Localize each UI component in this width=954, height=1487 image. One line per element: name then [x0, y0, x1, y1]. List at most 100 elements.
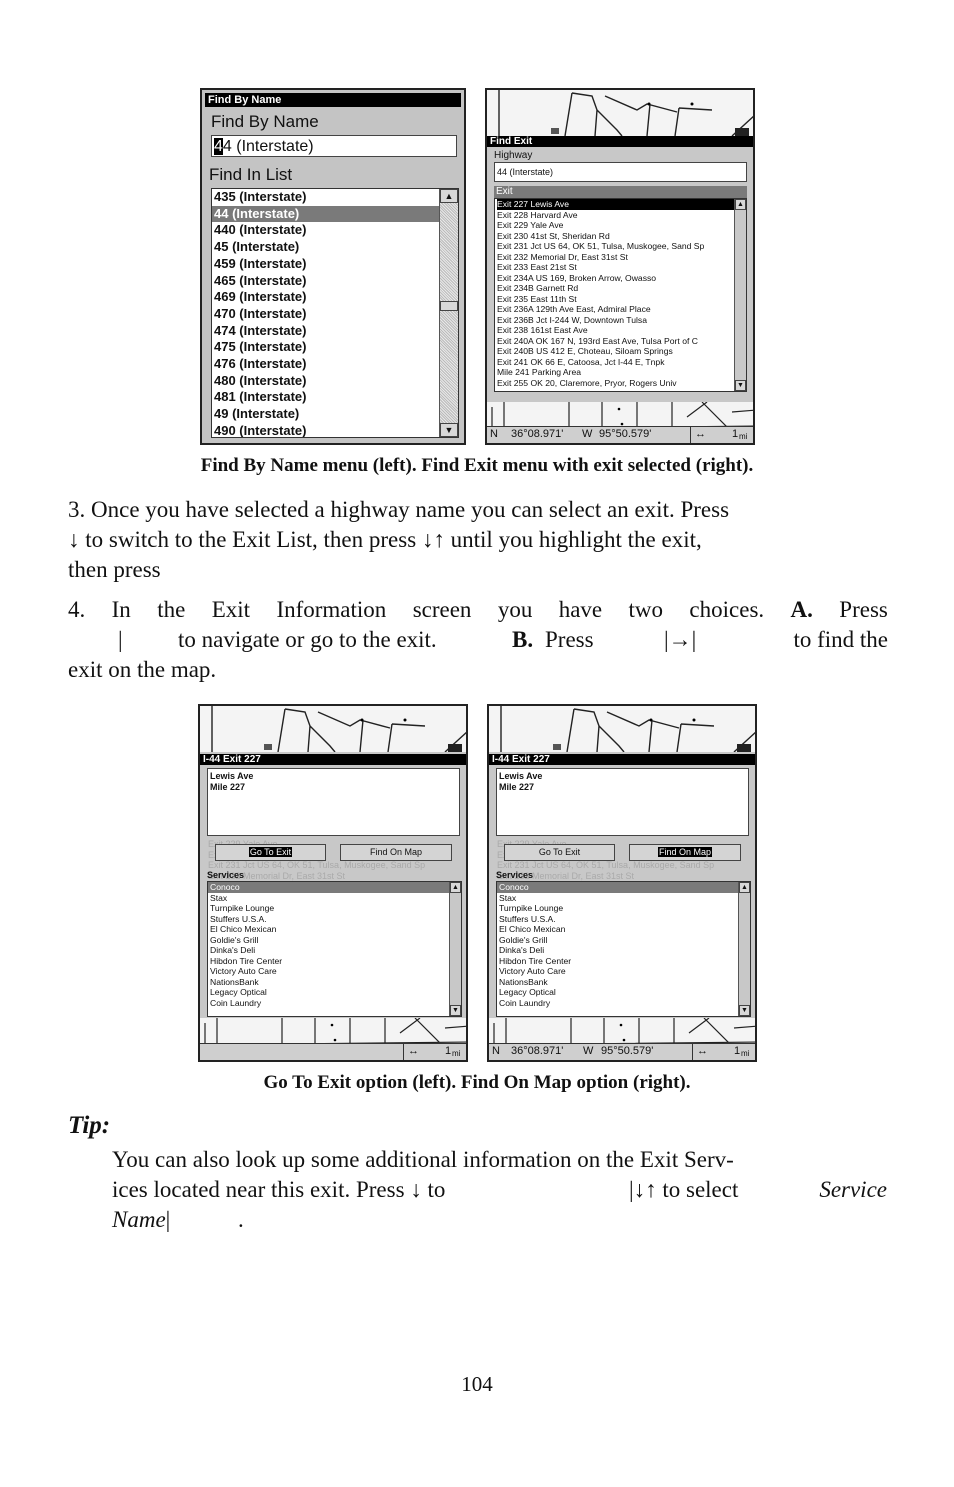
service-list-item[interactable]: Goldie's Grill: [208, 935, 450, 946]
exit-list-item[interactable]: Exit 229 Yale Ave: [497, 220, 734, 231]
service-list-item[interactable]: Coin Laundry: [497, 998, 739, 1009]
list-scrollbar[interactable]: ▲ ▼: [439, 189, 458, 437]
list-item[interactable]: 440 (Interstate): [212, 222, 440, 239]
service-list-item[interactable]: Stax: [497, 893, 739, 904]
exit-info-titlebar: I-44 Exit 227: [489, 754, 755, 765]
scale-value: 1: [732, 428, 739, 440]
find-by-name-input[interactable]: 44 (Interstate): [211, 135, 457, 157]
list-item[interactable]: 475 (Interstate): [212, 339, 440, 356]
list-item[interactable]: 49 (Interstate): [212, 406, 440, 423]
map-bottom[interactable]: [489, 1018, 755, 1046]
service-list-item[interactable]: Stax: [208, 893, 450, 904]
p3-line-1: 3. Once you have selected a highway name…: [68, 497, 730, 522]
exit-list-item[interactable]: Exit 240B US 412 E, Choteau, Siloam Spri…: [497, 346, 734, 357]
find-on-map-label: Find On Map: [657, 847, 713, 857]
exit-list-item[interactable]: Exit 236B Jct I-244 W, Downtown Tulsa: [497, 315, 734, 326]
find-on-map-button[interactable]: Find On Map: [340, 844, 452, 861]
service-list-item[interactable]: Dinka's Deli: [497, 945, 739, 956]
exit-info-line: Lewis Ave: [499, 771, 543, 781]
map-top[interactable]: [489, 706, 755, 752]
list-item[interactable]: 474 (Interstate): [212, 323, 440, 340]
service-list-item[interactable]: Dinka's Deli: [208, 945, 450, 956]
exit-list-item[interactable]: Exit 235 East 11th St: [497, 294, 734, 305]
go-to-exit-button[interactable]: Go To Exit: [504, 844, 615, 861]
go-to-exit-button[interactable]: Go To Exit: [215, 844, 326, 861]
map-bottom[interactable]: [200, 1018, 466, 1046]
service-list-item[interactable]: Hibdon Tire Center: [208, 956, 450, 967]
list-item[interactable]: 490 (Interstate): [212, 423, 440, 437]
go-to-exit-screen: I-44 Exit 227 Exit 229 Yale AveExit 230 …: [198, 704, 468, 1062]
scroll-thumb[interactable]: [440, 301, 458, 311]
list-item[interactable]: 480 (Interstate): [212, 373, 440, 390]
exit-list-item[interactable]: Mile 241 Parking Area: [497, 367, 734, 378]
service-list-item[interactable]: NationsBank: [208, 977, 450, 988]
service-list-item[interactable]: Legacy Optical: [208, 987, 450, 998]
list-item[interactable]: 469 (Interstate): [212, 289, 440, 306]
service-list-item[interactable]: Turnpike Lounge: [497, 903, 739, 914]
service-list-item[interactable]: Stuffers U.S.A.: [208, 914, 450, 925]
exit-list-item[interactable]: Exit 234A US 169, Broken Arrow, Owasso: [497, 273, 734, 284]
exit-list-item[interactable]: Exit 236A 129th Ave East, Admiral Place: [497, 304, 734, 315]
tip-separator: |: [165, 1207, 171, 1232]
exit-list-item[interactable]: Exit 228 Harvard Ave: [497, 210, 734, 221]
scroll-up-arrow[interactable]: ▲: [735, 199, 746, 210]
services-scrollbar[interactable]: ▲ ▼: [449, 882, 461, 1016]
scroll-down-arrow[interactable]: ▼: [739, 1005, 750, 1016]
tip-period: .: [238, 1207, 244, 1232]
service-list-item[interactable]: Conoco: [497, 882, 739, 893]
service-list-item[interactable]: Hibdon Tire Center: [497, 956, 739, 967]
exit-list-scrollbar[interactable]: ▲ ▼: [734, 199, 746, 391]
service-list-item[interactable]: Legacy Optical: [497, 987, 739, 998]
scroll-up-arrow[interactable]: ▲: [440, 189, 458, 203]
scroll-up-arrow[interactable]: ▲: [739, 882, 750, 893]
service-list-item[interactable]: Victory Auto Care: [208, 966, 450, 977]
scroll-down-arrow[interactable]: ▼: [735, 380, 746, 391]
service-list-item[interactable]: NationsBank: [497, 977, 739, 988]
list-item[interactable]: 435 (Interstate): [212, 189, 440, 206]
list-item[interactable]: 481 (Interstate): [212, 389, 440, 406]
exit-list-item[interactable]: Exit 255 OK 20, Claremore, Pryor, Rogers…: [497, 378, 734, 389]
scale-value: 1: [734, 1045, 741, 1057]
scroll-down-arrow[interactable]: ▼: [450, 1005, 461, 1016]
ghost-exit-line: Exit 231 Jct US 64, OK 51, Tulsa, Muskog…: [497, 860, 715, 870]
map-top[interactable]: [200, 706, 466, 752]
service-list-item[interactable]: Coin Laundry: [208, 998, 450, 1009]
list-item[interactable]: 459 (Interstate): [212, 256, 440, 273]
service-list-item[interactable]: Stuffers U.S.A.: [497, 914, 739, 925]
services-list[interactable]: Conoco Stax Turnpike Lounge Stuffers U.S.A.…: [207, 881, 462, 1017]
tip-name-italic: Name: [112, 1207, 166, 1232]
services-label: Services: [207, 870, 245, 880]
services-scrollbar[interactable]: ▲ ▼: [738, 882, 750, 1016]
exit-list-item[interactable]: Exit 230 41st St, Sheridan Rd: [497, 231, 734, 242]
highway-field[interactable]: 44 (Interstate): [494, 162, 747, 182]
list-item[interactable]: 45 (Interstate): [212, 239, 440, 256]
service-list-item[interactable]: Conoco: [208, 882, 450, 893]
service-list-item[interactable]: Victory Auto Care: [497, 966, 739, 977]
exit-list[interactable]: Exit 227 Lewis Ave Exit 228 Harvard Ave Ex…: [494, 198, 747, 392]
exit-list-item[interactable]: Exit 231 Jct US 64, OK 51, Tulsa, Muskog…: [497, 241, 734, 252]
lat-prefix: N: [490, 428, 498, 440]
list-item[interactable]: 476 (Interstate): [212, 356, 440, 373]
exit-list-item[interactable]: Exit 241 OK 66 E, Catoosa, Jct I-44 E, T…: [497, 357, 734, 368]
service-list-item[interactable]: Turnpike Lounge: [208, 903, 450, 914]
map-top[interactable]: [487, 90, 753, 136]
scroll-down-arrow[interactable]: ▼: [440, 423, 458, 437]
scroll-up-arrow[interactable]: ▲: [450, 882, 461, 893]
exit-list-item[interactable]: Exit 233 East 21st St: [497, 262, 734, 273]
exit-list-item[interactable]: Exit 227 Lewis Ave: [497, 199, 734, 210]
service-list-item[interactable]: El Chico Mexican: [497, 924, 739, 935]
map-bottom[interactable]: [487, 402, 753, 429]
exit-list-item[interactable]: Exit 232 Memorial Dr, East 31st St: [497, 252, 734, 263]
exit-list-item[interactable]: Exit 234B Garnett Rd: [497, 283, 734, 294]
list-item[interactable]: 470 (Interstate): [212, 306, 440, 323]
service-list-item[interactable]: El Chico Mexican: [208, 924, 450, 935]
p4-line-2: | to navigate or go to the exit. B. Pres…: [68, 625, 888, 655]
exit-list-item[interactable]: Exit 238 161st East Ave: [497, 325, 734, 336]
interstate-list[interactable]: 435 (Interstate) 44 (Interstate) 440 (Inte…: [211, 188, 459, 438]
exit-list-item[interactable]: Exit 240A OK 167 N, 193rd East Ave, Tuls…: [497, 336, 734, 347]
services-list[interactable]: Conoco Stax Turnpike Lounge Stuffers U.S.A.…: [496, 881, 751, 1017]
find-on-map-button[interactable]: Find On Map: [629, 844, 741, 861]
list-item[interactable]: 44 (Interstate): [212, 205, 440, 223]
list-item[interactable]: 465 (Interstate): [212, 273, 440, 290]
service-list-item[interactable]: Goldie's Grill: [497, 935, 739, 946]
